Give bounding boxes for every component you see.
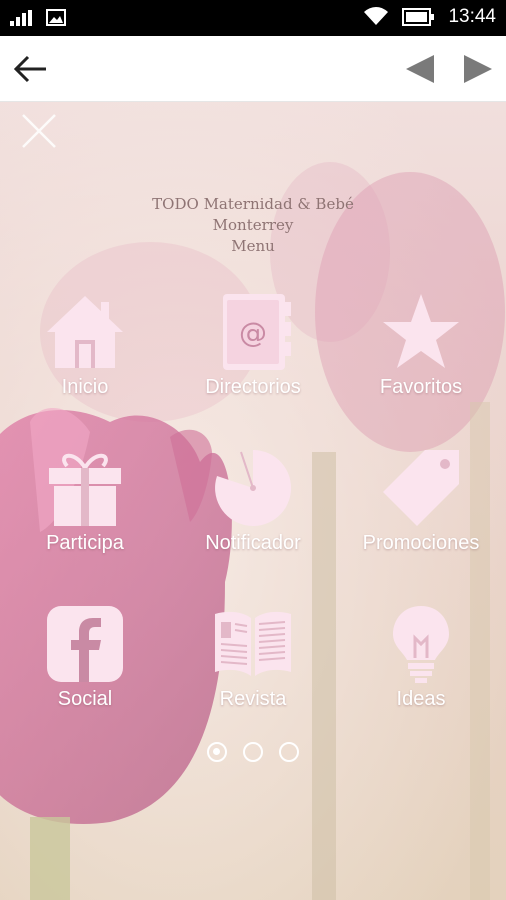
- menu-item-promociones[interactable]: Promociones: [336, 448, 506, 578]
- menu-item-label: Directorios: [205, 376, 301, 398]
- menu-item-revista[interactable]: Revista: [168, 604, 338, 734]
- address-book-icon: @: [223, 294, 291, 370]
- battery-icon: [402, 8, 435, 26]
- close-icon[interactable]: [20, 112, 58, 150]
- triangle-right-icon[interactable]: [462, 53, 494, 85]
- navigation-bar: [0, 36, 506, 102]
- menu-item-participa[interactable]: Participa: [0, 448, 170, 578]
- menu-item-directorios[interactable]: @ Directorios: [168, 292, 338, 422]
- page-indicator: [0, 742, 506, 762]
- tag-icon: [383, 450, 459, 526]
- status-bar: 13:44: [0, 0, 506, 36]
- menu-item-notificador[interactable]: Notificador: [168, 448, 338, 578]
- arrow-left-icon[interactable]: [10, 52, 50, 86]
- page-dot-2[interactable]: [243, 742, 263, 762]
- menu-title: TODO Maternidad & Bebé Monterrey Menu: [152, 195, 354, 255]
- menu-item-social[interactable]: Social: [0, 604, 170, 734]
- menu-item-ideas[interactable]: Ideas: [336, 604, 506, 734]
- menu-item-inicio[interactable]: Inicio: [0, 292, 170, 422]
- svg-text:@: @: [239, 316, 267, 349]
- status-time: 13:44: [448, 6, 496, 27]
- gift-icon: [49, 453, 121, 526]
- menu-panel: TODO Maternidad & Bebé Monterrey Menu In…: [0, 102, 506, 900]
- facebook-icon: [47, 606, 123, 682]
- page-dot-1[interactable]: [207, 742, 227, 762]
- lightbulb-icon: [393, 606, 449, 683]
- notifier-pie-icon: [215, 449, 292, 526]
- signal-icon: [10, 9, 32, 26]
- image-notification-icon: [46, 9, 66, 26]
- home-icon: [47, 296, 123, 368]
- magazine-icon: [215, 611, 291, 676]
- wifi-icon: [364, 7, 389, 26]
- menu-item-label: Social: [57, 688, 113, 710]
- menu-item-label: Revista: [219, 688, 287, 710]
- menu-item-label: Inicio: [61, 376, 109, 398]
- menu-item-label: Promociones: [362, 532, 480, 554]
- menu-item-label: Participa: [46, 532, 124, 554]
- menu-item-label: Favoritos: [379, 376, 463, 398]
- menu-item-label: Ideas: [396, 688, 446, 710]
- menu-item-label: Notificador: [205, 532, 301, 554]
- triangle-left-icon[interactable]: [404, 53, 436, 85]
- page-dot-3[interactable]: [279, 742, 299, 762]
- menu-item-favoritos[interactable]: Favoritos: [336, 292, 506, 422]
- star-icon: [383, 294, 459, 368]
